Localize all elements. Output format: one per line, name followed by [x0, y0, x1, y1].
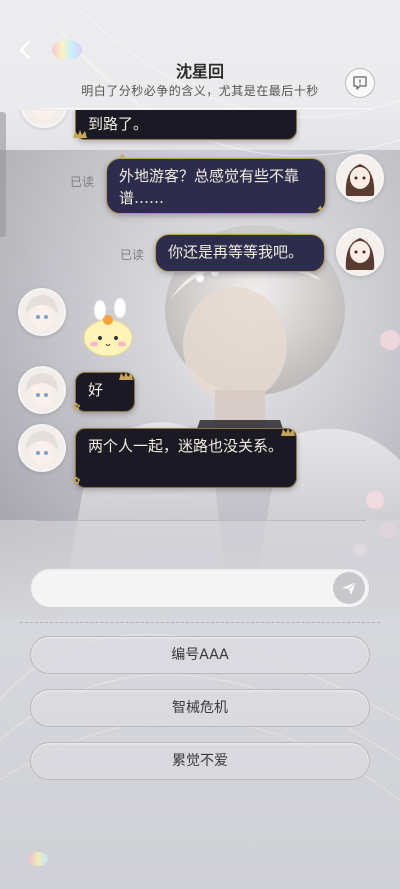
user-avatar-image — [338, 156, 382, 200]
sparkle-icon: ✦ — [316, 204, 325, 215]
reply-option[interactable]: 编号AAA — [30, 636, 370, 674]
avatar[interactable] — [336, 228, 384, 276]
message-text: 好 — [88, 381, 104, 399]
crown-icon — [118, 366, 134, 380]
message-bubble[interactable]: 到路了。 — [75, 110, 297, 140]
user-avatar-image — [338, 230, 382, 274]
message-text: 外地游客？总感觉有些不靠谱…… — [119, 167, 300, 207]
feedback-button[interactable] — [345, 68, 375, 98]
message-bubble[interactable]: 外地游客？总感觉有些不靠谱…… — [106, 158, 326, 214]
crown-icon — [280, 422, 296, 436]
avatar[interactable] — [18, 366, 66, 414]
read-status: 已读 — [70, 175, 95, 189]
avatar[interactable] — [18, 424, 66, 472]
light-flare — [52, 40, 82, 60]
header-divider — [40, 108, 370, 109]
chat-area[interactable]: 到路了。 已读 外地游客？总感觉有些不靠谱…… ✦ ✦ 已读 你还是再等等我吧。 — [0, 110, 400, 530]
chat-feedback-icon — [353, 76, 367, 90]
bunny-sticker-icon — [83, 297, 133, 357]
crown-icon — [72, 124, 88, 138]
sparkle-icon: ✿ — [72, 402, 81, 413]
contact-avatar-image — [20, 368, 64, 412]
message-input-container[interactable] — [30, 568, 370, 608]
sparkle-icon: ✿ — [72, 476, 81, 487]
contact-name: 沈星回 — [175, 62, 224, 81]
contact-avatar-image — [20, 426, 64, 470]
options-divider — [20, 622, 380, 623]
reply-option[interactable]: 智械危机 — [30, 689, 370, 727]
message-bubble[interactable]: 你还是再等等我吧。 — [155, 234, 325, 272]
message-text: 你还是再等等我吧。 — [168, 243, 304, 261]
avatar[interactable] — [18, 288, 66, 336]
message-input[interactable] — [45, 578, 325, 600]
avatar[interactable] — [336, 154, 384, 202]
read-status: 已读 — [120, 248, 145, 262]
sparkle-icon: ✦ — [118, 152, 127, 163]
message-bubble[interactable]: 两个人一起，迷路也没关系。 — [75, 428, 297, 488]
sticker-message[interactable] — [80, 297, 140, 360]
contact-avatar-image — [22, 110, 66, 126]
reply-option[interactable]: 累觉不爱 — [30, 742, 370, 780]
contact-signature: 明白了分秒必争的含义，尤其是在最后十秒 — [81, 84, 319, 98]
send-button[interactable] — [333, 572, 365, 604]
avatar[interactable] — [20, 110, 68, 128]
scroll-indicator[interactable] — [0, 112, 6, 237]
message-text: 两个人一起，迷路也没关系。 — [88, 437, 284, 455]
light-flare — [28, 852, 48, 866]
message-text: 到路了。 — [88, 115, 149, 133]
contact-avatar-image — [20, 290, 64, 334]
chat-divider — [36, 520, 366, 521]
paper-plane-icon — [342, 581, 357, 595]
